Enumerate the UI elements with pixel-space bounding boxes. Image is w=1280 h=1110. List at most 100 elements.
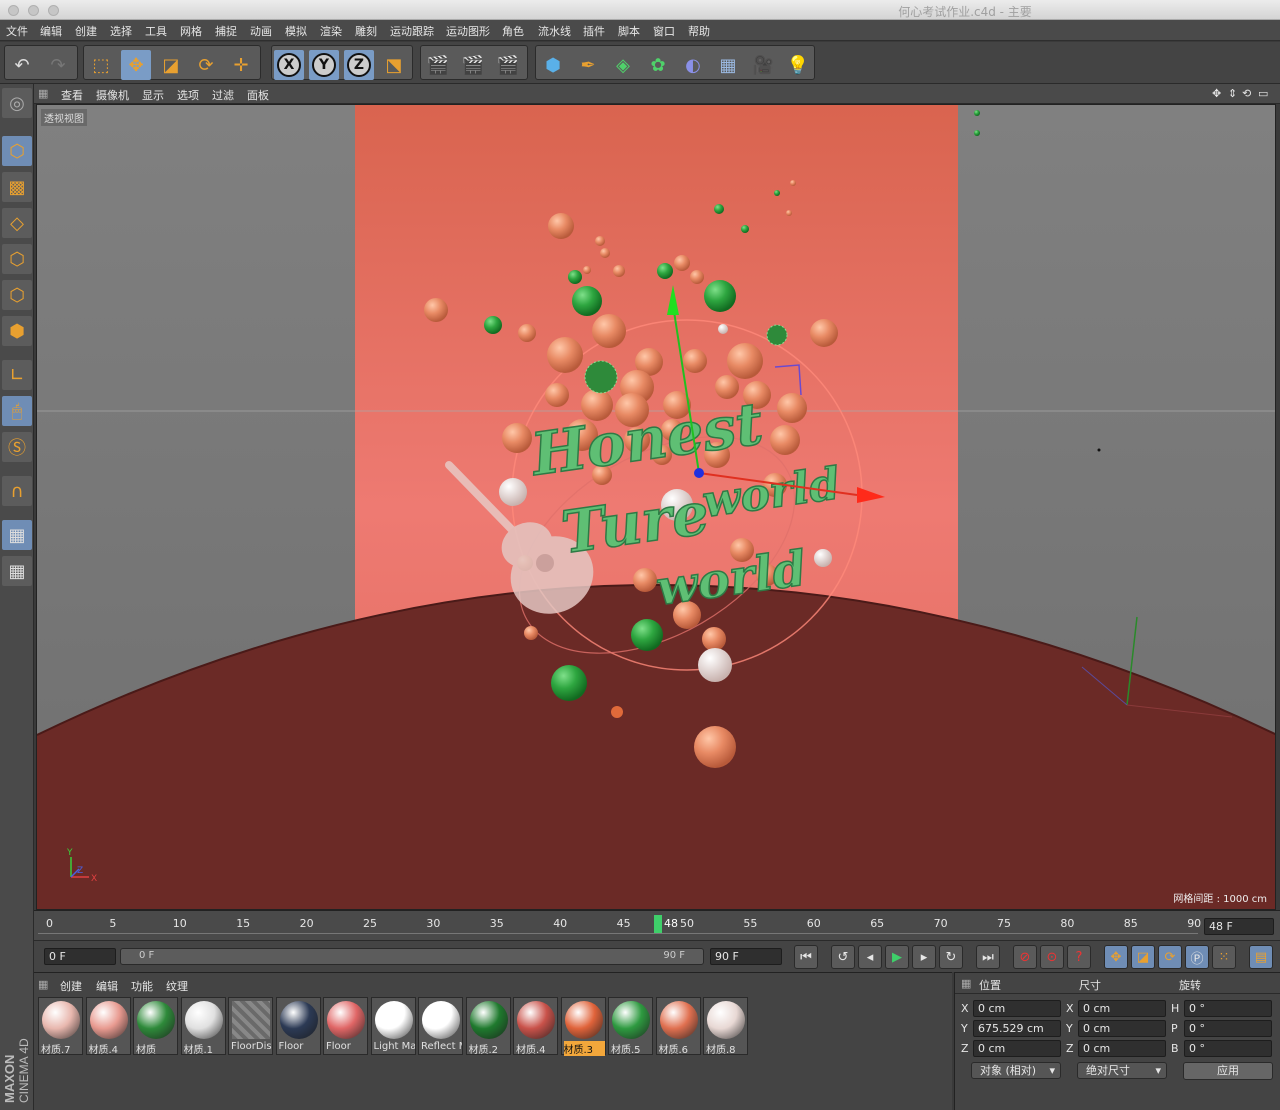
timeline-window-icon[interactable]: ▤ [1249, 945, 1273, 969]
material-swatch[interactable]: FloorDis [228, 997, 273, 1055]
key-pla-icon[interactable]: ⁙ [1212, 945, 1236, 969]
viewport-menu-panel[interactable]: 面板 [247, 87, 269, 103]
material-swatch[interactable]: 材质.4 [85, 997, 131, 1056]
floor-icon[interactable]: ▦ [713, 50, 743, 80]
viewport-menu-options[interactable]: 选项 [177, 87, 199, 103]
undo-icon[interactable]: ↶ [7, 50, 37, 80]
live-selection-icon[interactable]: ⬚ [86, 50, 116, 80]
rot-p-field[interactable]: 0 ° [1184, 1020, 1272, 1037]
material-swatch[interactable]: 材质.5 [608, 997, 653, 1056]
key-scale-icon[interactable]: ◪ [1131, 945, 1155, 969]
material-swatch[interactable]: Floor [323, 997, 368, 1055]
key-parameter-icon[interactable]: Ⓟ [1185, 945, 1209, 969]
deformer-icon[interactable]: ◐ [678, 50, 708, 80]
menu-simulate[interactable]: 模拟 [285, 23, 307, 39]
recent-tool-icon[interactable]: ✛ [226, 50, 256, 80]
viewport-move-icon[interactable]: ✥ [1212, 87, 1221, 100]
pen-spline-icon[interactable]: ✒ [573, 50, 603, 80]
light-icon[interactable]: 💡 [783, 50, 813, 80]
go-to-end-icon[interactable]: ⏭ [976, 945, 1000, 969]
menu-select[interactable]: 选择 [110, 23, 132, 39]
render-settings-icon[interactable]: 🎬 [493, 50, 523, 80]
material-swatch[interactable]: 材质.7 [38, 997, 83, 1056]
pos-y-field[interactable]: 675.529 cm [973, 1020, 1061, 1037]
viewport-menu-cameras[interactable]: 摄像机 [96, 87, 129, 103]
rot-b-field[interactable]: 0 ° [1184, 1040, 1272, 1057]
coordinate-system-icon[interactable]: ⬔ [379, 50, 409, 80]
preview-range-slider[interactable]: 0 F 90 F [120, 948, 704, 965]
rotate-tool-icon[interactable]: ⟳ [191, 50, 221, 80]
pos-x-field[interactable]: 0 cm [973, 1000, 1061, 1017]
viewport-rotate-icon[interactable]: ⟲ [1242, 87, 1251, 100]
perspective-viewport[interactable]: Honest world Ture world Y Z X 透视视图 网格间距 … [36, 104, 1276, 910]
apply-button[interactable]: 应用 [1183, 1062, 1273, 1080]
material-swatch[interactable]: 材质 [133, 997, 178, 1056]
z-axis-lock-button[interactable]: Z [344, 50, 374, 80]
viewport-maximize-icon[interactable]: ▭ [1258, 87, 1268, 100]
go-to-start-icon[interactable]: ⏮ [794, 945, 818, 969]
next-key-icon[interactable]: ↻ [939, 945, 963, 969]
timeline-ruler[interactable]: 0 5 10 15 20 25 30 35 40 45 50 55 60 65 70 75 80 85 90 48 … [34, 910, 1280, 940]
next-frame-icon[interactable]: ▸ [912, 945, 936, 969]
record-keys-icon[interactable]: ⊘ [1013, 945, 1037, 969]
locked-workplane-icon[interactable]: ▦ [2, 520, 32, 550]
edges-mode-icon[interactable]: ⬡ [2, 280, 32, 310]
menu-mograph[interactable]: 运动图形 [446, 23, 490, 39]
texture-mode-icon[interactable]: ▩ [2, 172, 32, 202]
render-picture-viewer-icon[interactable]: 🎬 [458, 50, 488, 80]
size-mode-dropdown[interactable]: 绝对尺寸 [1077, 1062, 1167, 1079]
material-swatch[interactable]: Floor [275, 997, 321, 1055]
material-menu-texture[interactable]: 纹理 [166, 978, 188, 994]
x-axis-lock-button[interactable]: X [274, 50, 304, 80]
menu-pipeline[interactable]: 流水线 [538, 23, 571, 39]
play-forward-icon[interactable]: ▶ [885, 945, 909, 969]
menu-help[interactable]: 帮助 [688, 23, 710, 39]
viewport-menu-view[interactable]: 查看 [61, 87, 83, 103]
workplane-icon[interactable]: ◇ [2, 208, 32, 238]
menu-script[interactable]: 脚本 [618, 23, 640, 39]
menu-snap[interactable]: 捕捉 [215, 23, 237, 39]
key-rotation-icon[interactable]: ⟳ [1158, 945, 1182, 969]
menu-plugins[interactable]: 插件 [583, 23, 605, 39]
axis-mode-icon[interactable]: ∟ [2, 360, 32, 390]
material-swatch[interactable]: 材质.8 [703, 997, 748, 1056]
material-menu-function[interactable]: 功能 [131, 978, 153, 994]
menu-motion-tracking[interactable]: 运动跟踪 [390, 23, 434, 39]
menu-character[interactable]: 角色 [502, 23, 524, 39]
current-frame-field[interactable]: 48 F [1204, 918, 1274, 935]
camera-icon[interactable]: 🎥 [748, 50, 778, 80]
rot-h-field[interactable]: 0 ° [1184, 1000, 1272, 1017]
previous-frame-icon[interactable]: ◂ [858, 945, 882, 969]
snap-icon[interactable]: Ⓢ [2, 432, 32, 462]
size-x-field[interactable]: 0 cm [1078, 1000, 1166, 1017]
y-axis-lock-button[interactable]: Y [309, 50, 339, 80]
size-z-field[interactable]: 0 cm [1078, 1040, 1166, 1057]
previous-key-icon[interactable]: ↺ [831, 945, 855, 969]
polygons-mode-icon[interactable]: ⬢ [2, 316, 32, 346]
planar-workplane-icon[interactable]: ▦ [2, 556, 32, 586]
viewport-menu-filter[interactable]: 过滤 [212, 87, 234, 103]
viewport-menu-display[interactable]: 显示 [142, 87, 164, 103]
menu-create[interactable]: 创建 [75, 23, 97, 39]
cloner-icon[interactable]: ✿ [643, 50, 673, 80]
autokey-icon[interactable]: ⊙ [1040, 945, 1064, 969]
material-swatch[interactable]: Light Ma [370, 997, 416, 1055]
start-frame-field[interactable]: 0 F [44, 948, 116, 965]
coordinate-mode-dropdown[interactable]: 对象 (相对) [971, 1062, 1061, 1079]
cube-icon[interactable]: ⬢ [538, 50, 568, 80]
scale-tool-icon[interactable]: ◪ [156, 50, 186, 80]
menu-edit[interactable]: 编辑 [40, 23, 62, 39]
viewport-zoom-icon[interactable]: ⇕ [1228, 87, 1237, 100]
magnet-icon[interactable]: ∩ [2, 476, 32, 506]
size-y-field[interactable]: 0 cm [1078, 1020, 1166, 1037]
end-frame-field[interactable]: 90 F [710, 948, 782, 965]
points-mode-icon[interactable]: ⬡ [2, 244, 32, 274]
menu-animate[interactable]: 动画 [250, 23, 272, 39]
render-view-icon[interactable]: 🎬 [423, 50, 453, 80]
material-swatch[interactable]: 材质.6 [655, 997, 701, 1056]
material-swatch[interactable]: Reflect M [418, 997, 463, 1055]
menu-window[interactable]: 窗口 [653, 23, 675, 39]
material-swatch[interactable]: 材质.4 [513, 997, 558, 1056]
menu-tools[interactable]: 工具 [145, 23, 167, 39]
pos-z-field[interactable]: 0 cm [973, 1040, 1061, 1057]
